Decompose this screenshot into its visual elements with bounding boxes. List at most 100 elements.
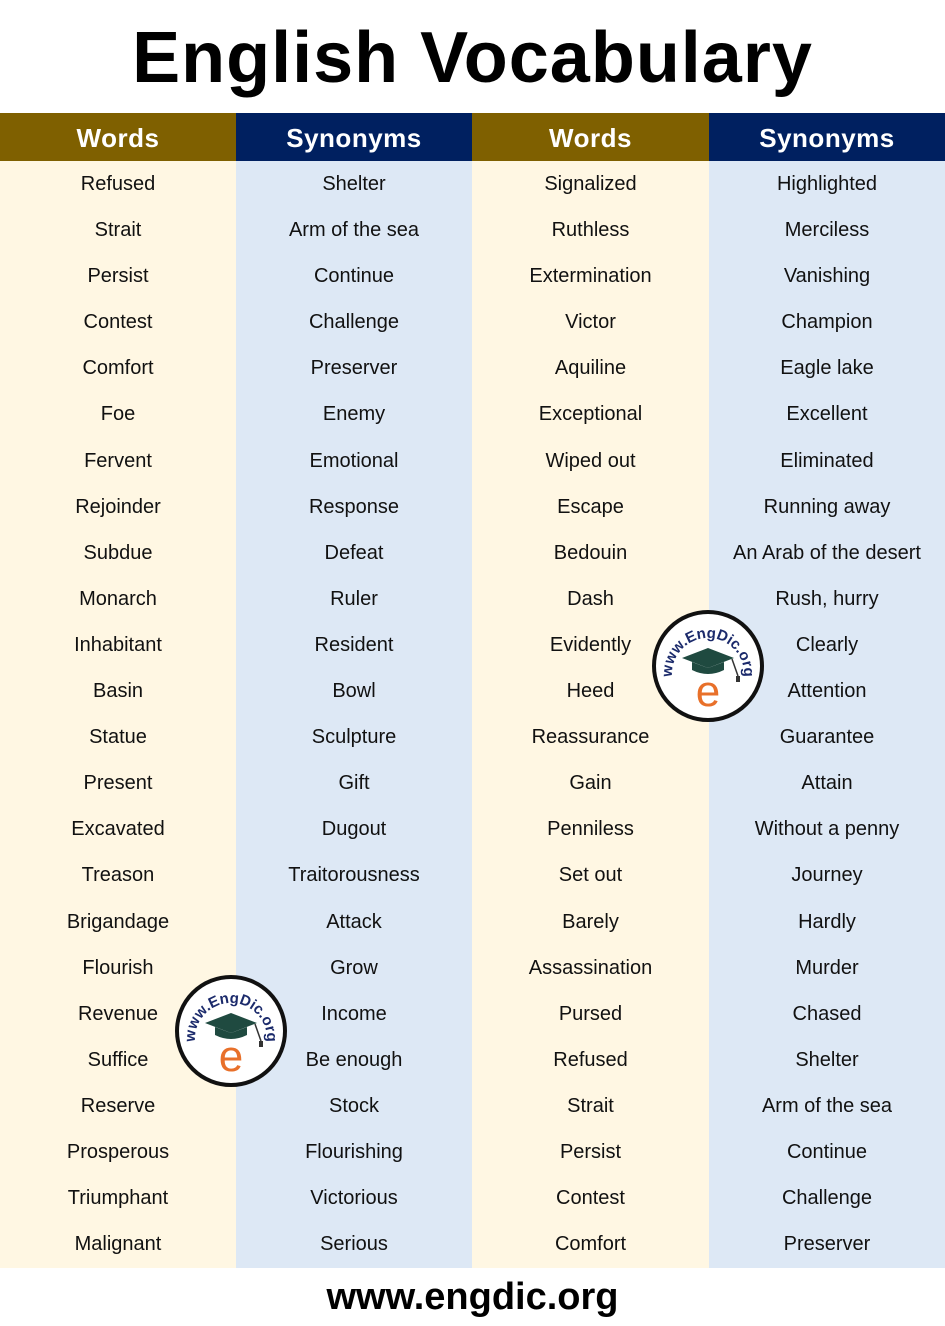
synonym-cell: Shelter <box>795 1048 859 1071</box>
synonym-cell: Stock <box>328 1094 380 1117</box>
word-cell: Rejoinder <box>75 495 161 518</box>
word-cell: Escape <box>557 495 624 518</box>
synonym-cell: Excellent <box>786 403 868 426</box>
svg-text:e: e <box>219 1032 243 1081</box>
word-cell: Victor <box>565 311 616 334</box>
synonym-cell: Chased <box>792 1002 862 1025</box>
word-cell: Exceptional <box>538 403 643 426</box>
word-cell: Refused <box>553 1048 628 1071</box>
synonym-cell: Running away <box>763 495 891 518</box>
synonym-cell: Arm of the sea <box>761 1094 893 1117</box>
word-cell: Persist <box>559 1140 622 1163</box>
synonym-cell: Shelter <box>322 173 386 195</box>
synonym-cell: Defeat <box>324 541 384 564</box>
synonym-cell: Dugout <box>321 818 387 841</box>
word-cell: Gain <box>569 772 612 795</box>
synonym-cell: Traitorousness <box>288 864 420 887</box>
word-cell: Reserve <box>80 1094 156 1117</box>
synonym-cell: Murder <box>795 956 859 979</box>
column-body: Refused Strait Persist Contest Comfort Foe Fer… <box>0 161 236 1268</box>
engdic-logo-watermark: www.EngDic.org e <box>652 610 764 722</box>
word-cell: Aquiline <box>554 357 627 380</box>
synonym-cell: Response <box>308 495 400 518</box>
column-header: Words <box>472 113 709 161</box>
synonym-cell: Hardly <box>798 910 856 933</box>
table-column-syn: Synonyms Shelter Arm of the sea Continue Cha… <box>236 113 472 1268</box>
word-cell: Present <box>83 772 153 795</box>
synonym-cell: Attack <box>326 910 382 933</box>
synonym-cell: Vanishing <box>783 265 871 288</box>
word-cell: Contest <box>556 1187 625 1210</box>
word-cell: Triumphant <box>67 1187 169 1210</box>
word-cell: Fervent <box>84 449 152 472</box>
word-cell: Extermination <box>529 265 652 288</box>
column-header: Words <box>0 113 236 161</box>
word-cell: Contest <box>83 311 153 334</box>
footer-url: www.engdic.org <box>326 1276 619 1318</box>
word-cell: Signalized <box>544 173 637 195</box>
word-cell: Penniless <box>547 818 634 841</box>
table-column-words: Words Refused Strait Persist Contest Comfort F… <box>0 113 236 1268</box>
svg-text:e: e <box>696 667 720 716</box>
synonym-cell: Without a penny <box>754 818 900 841</box>
synonym-cell: Eliminated <box>780 449 874 472</box>
synonym-cell: Enemy <box>322 403 386 426</box>
word-cell: Treason <box>81 864 155 887</box>
column-header: Synonyms <box>236 113 472 161</box>
word-cell: Prosperous <box>66 1140 170 1163</box>
word-cell: Ruthless <box>551 219 630 242</box>
page-title: English Vocabulary <box>132 18 813 98</box>
word-cell: Reassurance <box>531 726 650 749</box>
synonym-cell: Victorious <box>310 1187 398 1210</box>
word-cell: Barely <box>562 910 619 933</box>
synonym-cell: Eagle lake <box>780 357 874 380</box>
word-cell: Excavated <box>71 818 165 841</box>
word-cell: Monarch <box>79 587 157 610</box>
vocabulary-table: Words Refused Strait Persist Contest Comfort F… <box>0 113 945 1268</box>
synonym-cell: Resident <box>314 633 394 656</box>
synonym-cell: Arm of the sea <box>288 219 420 242</box>
word-cell: Bedouin <box>553 541 628 564</box>
word-cell: Inhabitant <box>74 633 162 656</box>
graduation-cap-logo-icon: www.EngDic.orge <box>659 625 758 716</box>
synonym-cell: Bowl <box>332 680 376 703</box>
word-cell: Foe <box>100 403 136 426</box>
engdic-logo-watermark: www.EngDic.org e <box>175 975 287 1087</box>
column-header: Synonyms <box>709 113 945 161</box>
word-cell: Comfort <box>554 1233 627 1256</box>
word-cell: Brigandage <box>66 910 170 933</box>
word-cell: Malignant <box>74 1233 162 1256</box>
synonym-cell: Highlighted <box>776 173 878 195</box>
word-cell: Set out <box>558 864 623 887</box>
synonym-cell: Flourishing <box>305 1140 403 1163</box>
word-cell: Wiped out <box>545 449 636 472</box>
word-cell: Persist <box>87 265 149 288</box>
synonym-cell: Journey <box>791 864 863 887</box>
synonym-cell: Emotional <box>309 449 399 472</box>
synonym-cell: Champion <box>781 311 873 334</box>
synonym-cell: Continue <box>786 1140 868 1163</box>
synonym-cell: Guarantee <box>779 726 875 749</box>
word-cell: Strait <box>94 219 142 242</box>
word-cell: Subdue <box>83 541 153 564</box>
synonym-cell: Preserver <box>783 1233 871 1256</box>
graduation-cap-logo-icon: www.EngDic.orge <box>182 990 281 1081</box>
synonym-cell: An Arab of the desert <box>733 541 921 564</box>
word-cell: Refused <box>80 173 156 195</box>
synonym-cell: Serious <box>320 1233 388 1256</box>
word-cell: Statue <box>89 726 147 749</box>
word-cell: Basin <box>92 680 144 703</box>
synonym-cell: Continue <box>313 265 395 288</box>
word-cell: Comfort <box>82 357 154 380</box>
synonym-cell: Preserver <box>310 357 398 380</box>
word-cell: Pursed <box>558 1002 623 1025</box>
word-cell: Strait <box>567 1094 614 1117</box>
synonym-cell: Ruler <box>330 587 378 610</box>
synonym-cell: Gift <box>338 772 370 795</box>
column-body: Shelter Arm of the sea Continue Challenge Pr… <box>236 161 472 1268</box>
synonym-cell: Challenge <box>781 1187 873 1210</box>
synonym-cell: Sculpture <box>311 726 397 749</box>
synonym-cell: Attain <box>801 772 853 795</box>
word-cell: Assassination <box>528 956 653 979</box>
synonym-cell: Challenge <box>308 311 400 334</box>
